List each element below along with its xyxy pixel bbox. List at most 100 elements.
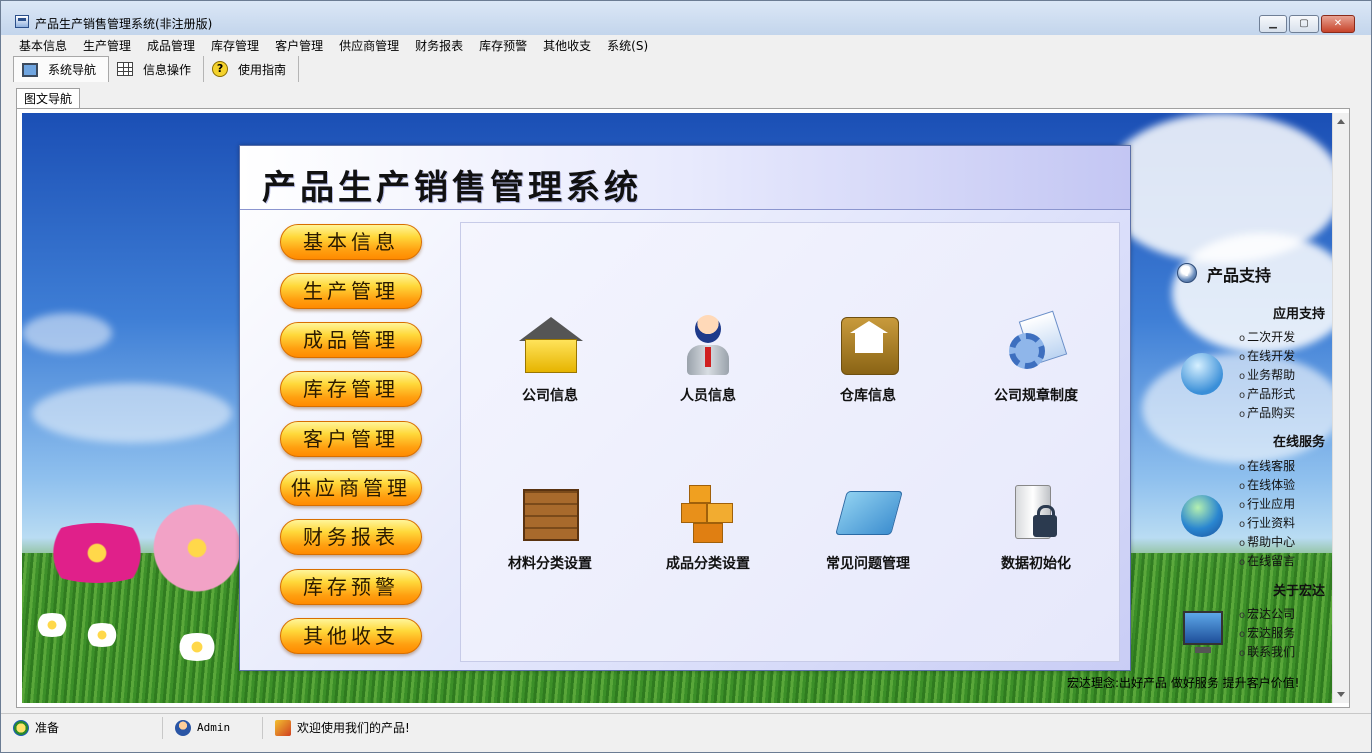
menu-customers[interactable]: 客户管理 — [267, 37, 331, 55]
tile-material-category-label: 材料分类设置 — [508, 556, 592, 572]
link-industry-app[interactable]: 行业应用 — [1239, 495, 1295, 512]
nav-button-finished-goods[interactable]: 成品管理 — [280, 322, 422, 358]
company-motto: 宏达理念:出好产品 做好服务 提升客户价值! — [1067, 676, 1300, 690]
user-icon — [175, 719, 191, 736]
status-bar: 准备 Admin 欢迎使用我们的产品! — [1, 713, 1371, 741]
menu-basic-info[interactable]: 基本信息 — [11, 37, 75, 55]
grid-icon — [117, 62, 134, 76]
menu-stock-alert[interactable]: 库存预警 — [471, 37, 535, 55]
status-welcome: 欢迎使用我们的产品! — [263, 717, 563, 739]
tile-faq-management[interactable]: 常见问题管理 — [793, 481, 943, 591]
tile-company-info-label: 公司信息 — [522, 388, 578, 404]
status-user-text: Admin — [197, 721, 231, 734]
support-title: 产品支持 — [1207, 266, 1272, 285]
tile-data-init[interactable]: 数据初始化 — [961, 481, 1111, 591]
tile-company-rules[interactable]: 公司规章制度 — [961, 310, 1111, 423]
tile-company-rules-label: 公司规章制度 — [994, 388, 1078, 404]
nav-button-suppliers[interactable]: 供应商管理 — [280, 470, 422, 506]
menu-suppliers[interactable]: 供应商管理 — [331, 37, 407, 55]
nav-button-stock-alert[interactable]: 库存预警 — [280, 569, 422, 605]
link-online-message[interactable]: 在线留言 — [1239, 552, 1295, 569]
monitor-icon — [22, 62, 38, 77]
minimize-button[interactable]: ▁ — [1259, 15, 1287, 33]
monitor-deco-icon — [1183, 611, 1223, 653]
maximize-button[interactable]: ▢ — [1289, 15, 1319, 33]
nav-button-other-income[interactable]: 其他收支 — [280, 618, 422, 654]
scroll-up-icon[interactable] — [1337, 119, 1345, 124]
function-icon-area: 公司信息 人员信息 仓库信息 公司规章制度 材料分类设置 成品分类设置 常见问题… — [460, 222, 1120, 662]
app-icon — [15, 15, 29, 28]
link-contact-us[interactable]: 联系我们 — [1239, 643, 1295, 660]
link-industry-docs[interactable]: 行业资料 — [1239, 514, 1295, 531]
menu-bar: 基本信息 生产管理 成品管理 库存管理 客户管理 供应商管理 财务报表 库存预警… — [11, 37, 656, 55]
app-support-heading: 应用支持 — [1272, 307, 1325, 322]
server-lock-icon — [1003, 481, 1069, 547]
link-online-cs[interactable]: 在线客服 — [1239, 457, 1295, 474]
panel-title: 产品生产销售管理系统 — [262, 168, 642, 208]
online-service-heading: 在线服务 — [1272, 435, 1325, 450]
tool-info-ops[interactable]: 信息操作 — [109, 56, 205, 82]
warehouse-icon — [835, 313, 901, 379]
tile-material-category[interactable]: 材料分类设置 — [475, 481, 625, 591]
tile-company-info[interactable]: 公司信息 — [475, 313, 625, 423]
status-ready-text: 准备 — [35, 721, 60, 735]
menu-other-income[interactable]: 其他收支 — [535, 37, 599, 55]
status-welcome-text: 欢迎使用我们的产品! — [297, 721, 410, 735]
link-hongda-service[interactable]: 宏达服务 — [1239, 624, 1295, 641]
tile-data-init-label: 数据初始化 — [1001, 556, 1071, 572]
question-icon: ? — [1177, 263, 1197, 283]
nav-button-finance-reports[interactable]: 财务报表 — [280, 519, 422, 555]
tile-product-category-label: 成品分类设置 — [666, 556, 750, 572]
crate-icon — [517, 481, 583, 547]
close-button[interactable]: ✕ — [1321, 15, 1355, 33]
menu-finished-goods[interactable]: 成品管理 — [139, 37, 203, 55]
window-title: 产品生产销售管理系统(非注册版) — [35, 17, 213, 31]
status-ready: 准备 — [1, 716, 163, 739]
gear-document-icon — [1003, 310, 1069, 379]
person-icon — [675, 313, 741, 379]
link-help-center[interactable]: 帮助中心 — [1239, 533, 1295, 550]
main-panel: 产品生产销售管理系统 基本信息 生产管理 成品管理 库存管理 客户管理 供应商管… — [239, 145, 1131, 671]
house-icon — [517, 313, 583, 379]
link-product-purchase[interactable]: 产品购买 — [1239, 404, 1295, 421]
link-product-form[interactable]: 产品形式 — [1239, 385, 1295, 402]
title-bar: 产品生产销售管理系统(非注册版) ▁ ▢ ✕ — [1, 1, 1371, 35]
link-hongda-company[interactable]: 宏达公司 — [1239, 605, 1295, 622]
tile-faq-management-label: 常见问题管理 — [826, 556, 910, 572]
nav-button-customers[interactable]: 客户管理 — [280, 421, 422, 457]
link-online-dev[interactable]: 在线开发 — [1239, 347, 1295, 364]
link-business-help[interactable]: 业务帮助 — [1239, 366, 1295, 383]
arrow-icon — [1181, 353, 1223, 395]
tile-staff-info-label: 人员信息 — [680, 388, 736, 404]
status-user: Admin — [163, 716, 263, 739]
tool-system-nav[interactable]: 系统导航 — [13, 56, 110, 82]
link-online-trial[interactable]: 在线体验 — [1239, 476, 1295, 493]
tile-product-category[interactable]: 成品分类设置 — [633, 481, 783, 591]
tool-info-ops-label: 信息操作 — [143, 62, 192, 77]
tab-graphic-nav[interactable]: 图文导航 — [16, 88, 80, 109]
help-icon: ? — [212, 61, 229, 77]
scroll-down-icon[interactable] — [1337, 692, 1345, 697]
product-icon — [275, 719, 291, 736]
nav-button-inventory[interactable]: 库存管理 — [280, 371, 422, 407]
tile-staff-info[interactable]: 人员信息 — [633, 313, 783, 423]
boxes-icon — [675, 481, 741, 547]
tile-warehouse-info-label: 仓库信息 — [840, 388, 896, 404]
menu-finance-reports[interactable]: 财务报表 — [407, 37, 471, 55]
tool-user-guide-label: 使用指南 — [238, 62, 287, 77]
nav-button-production[interactable]: 生产管理 — [280, 273, 422, 309]
link-secondary-dev[interactable]: 二次开发 — [1239, 328, 1295, 345]
panel-header: 产品生产销售管理系统 — [240, 146, 1130, 210]
tool-user-guide[interactable]: ? 使用指南 — [204, 56, 300, 82]
vertical-scrollbar[interactable] — [1332, 113, 1349, 703]
folder-icon — [835, 481, 903, 547]
menu-system[interactable]: 系统(S) — [599, 37, 656, 55]
globe-icon — [1181, 495, 1223, 537]
tool-system-nav-label: 系统导航 — [48, 63, 97, 77]
nav-button-basic-info[interactable]: 基本信息 — [280, 224, 422, 260]
menu-production[interactable]: 生产管理 — [75, 37, 139, 55]
menu-inventory[interactable]: 库存管理 — [203, 37, 267, 55]
toolbar: 系统导航 信息操作 ? 使用指南 — [13, 56, 300, 82]
tile-warehouse-info[interactable]: 仓库信息 — [793, 313, 943, 423]
about-heading: 关于宏达 — [1272, 584, 1325, 599]
